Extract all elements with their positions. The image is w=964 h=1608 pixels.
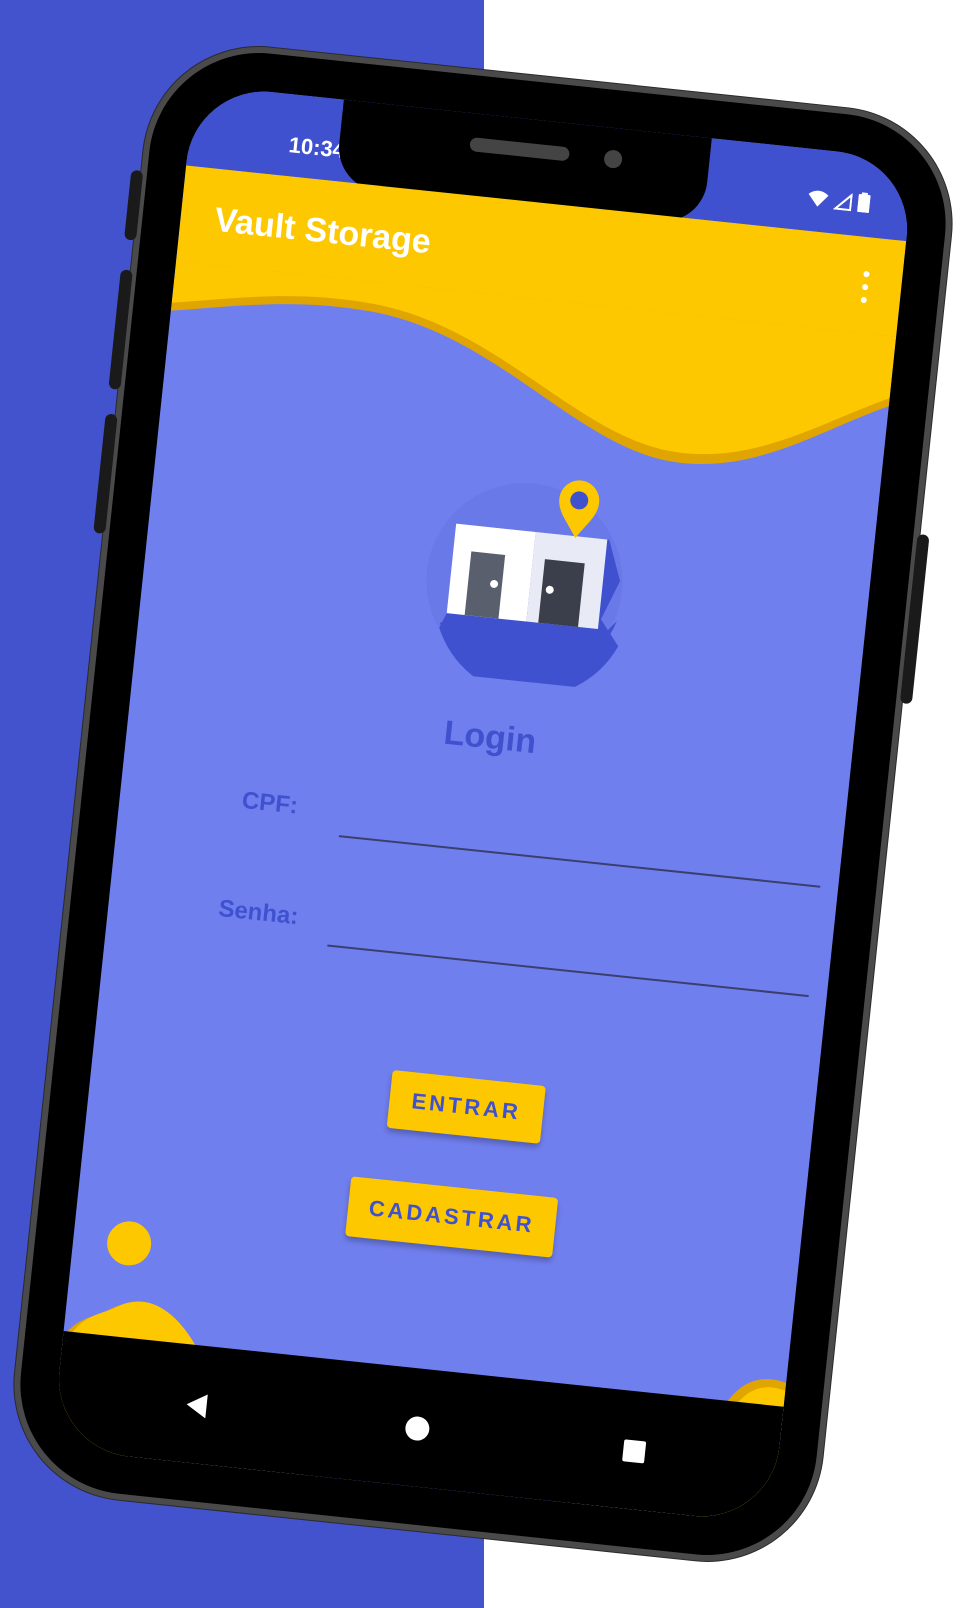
storage-location-logo-icon: [426, 480, 623, 693]
cpf-label: CPF:: [240, 786, 300, 820]
status-time: 10:34: [287, 132, 347, 163]
cadastrar-button[interactable]: CADASTRAR: [345, 1176, 559, 1258]
back-icon[interactable]: [175, 1383, 219, 1427]
phone-screen: 10:34 Vault Storage Login CPF: Senha: EN…: [51, 83, 915, 1525]
battery-icon: [857, 192, 871, 213]
login-title: Login: [442, 713, 539, 762]
overflow-menu-icon[interactable]: [851, 266, 879, 308]
phone-frame: 10:34 Vault Storage Login CPF: Senha: EN…: [9, 42, 957, 1566]
menu-dot: [863, 270, 870, 278]
app-title: Vault Storage: [212, 200, 433, 262]
status-icons: [807, 187, 871, 213]
senha-label: Senha:: [217, 895, 300, 931]
menu-dot: [861, 283, 869, 291]
home-icon[interactable]: [395, 1407, 439, 1451]
senha-input[interactable]: [327, 902, 814, 998]
entrar-button[interactable]: ENTRAR: [386, 1070, 546, 1144]
menu-dot: [860, 296, 868, 304]
cpf-input[interactable]: [338, 793, 825, 888]
signal-icon: [833, 192, 853, 212]
wifi-icon: [808, 190, 829, 207]
recents-icon[interactable]: [612, 1429, 656, 1473]
